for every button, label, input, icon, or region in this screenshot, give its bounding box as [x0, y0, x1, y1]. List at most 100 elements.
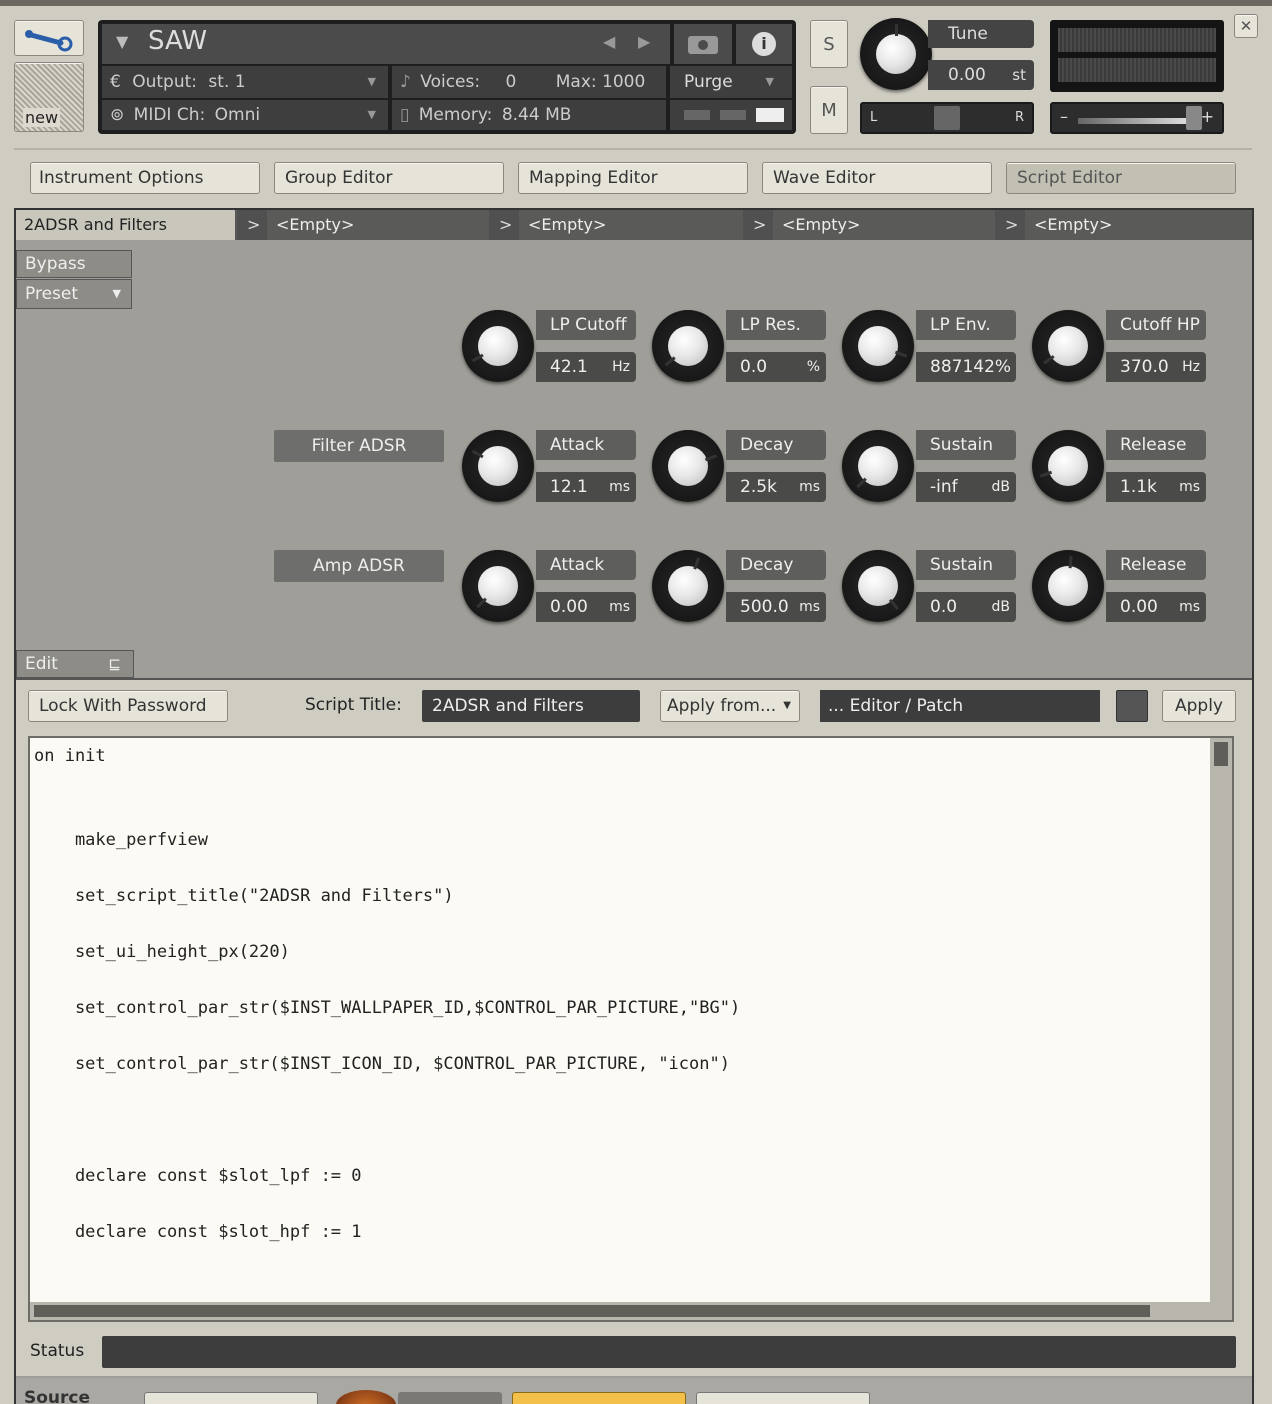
collapse-arrow-icon[interactable]: ▼: [116, 32, 128, 51]
control-value-box[interactable]: 42.1 Hz: [536, 352, 636, 382]
section-label: Amp ADSR: [274, 550, 444, 582]
volume-handle[interactable]: [1186, 106, 1202, 130]
output-row[interactable]: € Output: st. 1 ▼: [102, 66, 388, 98]
pan-handle[interactable]: [934, 106, 960, 130]
knob-sustain[interactable]: [842, 550, 914, 622]
slot-arrow-1[interactable]: >: [237, 210, 267, 240]
next-arrow-icon[interactable]: ▶: [638, 32, 650, 51]
slot-tab-active[interactable]: 2ADSR and Filters: [16, 210, 236, 240]
source-active-button[interactable]: [512, 1392, 686, 1404]
apply-button[interactable]: Apply: [1162, 690, 1236, 722]
slot-tab-label: <Empty>: [276, 215, 355, 234]
apply-from-menu[interactable]: Apply from... ▼: [660, 690, 800, 722]
purge-label: Purge: [684, 72, 733, 92]
control-value-box[interactable]: -inf dB: [916, 472, 1016, 502]
script-title-input[interactable]: 2ADSR and Filters: [422, 690, 640, 722]
tab-script-editor[interactable]: Script Editor: [1006, 162, 1236, 194]
control-value-box[interactable]: 500.0 ms: [726, 592, 826, 622]
level-meter: [1050, 20, 1224, 92]
control-value-box[interactable]: 12.1 ms: [536, 472, 636, 502]
control-unit: ms: [1179, 479, 1200, 495]
edit-toggle[interactable]: Edit ⊑: [16, 650, 134, 678]
wrench-button[interactable]: [14, 20, 84, 56]
edit-label: Edit: [25, 654, 58, 674]
tab-group-editor[interactable]: Group Editor: [274, 162, 504, 194]
slot-arrow-3[interactable]: >: [743, 210, 773, 240]
lock-password-button[interactable]: Lock With Password: [28, 690, 228, 722]
control-label: Release: [1106, 550, 1206, 580]
slot-tab-4[interactable]: <Empty>: [774, 210, 994, 240]
control-unit: ms: [1179, 599, 1200, 615]
pan-left-label: L: [870, 110, 878, 125]
vertical-scrollbar[interactable]: [1210, 738, 1232, 1304]
instrument-name[interactable]: SAW: [148, 26, 207, 56]
slot-tab-3[interactable]: <Empty>: [520, 210, 742, 240]
volume-slider[interactable]: – +: [1050, 102, 1224, 134]
knob-attack[interactable]: [462, 550, 534, 622]
source-field[interactable]: [144, 1392, 318, 1404]
tab-wave-editor[interactable]: Wave Editor: [762, 162, 992, 194]
camera-button[interactable]: [674, 24, 732, 64]
horizontal-scrollbar[interactable]: [30, 1302, 1232, 1320]
instrument-icon-button[interactable]: new: [14, 62, 84, 132]
tab-instrument-options[interactable]: Instrument Options: [30, 162, 260, 194]
purge-menu[interactable]: Purge ▼: [670, 66, 792, 98]
midi-row[interactable]: ⊚ MIDI Ch: Omni ▼: [102, 100, 388, 130]
tune-unit: st: [1012, 66, 1026, 84]
control-value-box[interactable]: 0.00 ms: [536, 592, 636, 622]
control-value: 2.5k: [740, 477, 777, 497]
patch-path-field[interactable]: ... Editor / Patch: [820, 690, 1100, 722]
knob-lp-cutoff[interactable]: [462, 310, 534, 382]
horizontal-scroll-thumb[interactable]: [34, 1305, 1150, 1317]
control-value-box[interactable]: 0.0%: [726, 352, 826, 382]
control-unit: ms: [799, 479, 820, 495]
tab-label: Group Editor: [285, 168, 393, 188]
code-editor[interactable]: on init make_perfview set_script_title("…: [28, 736, 1234, 1322]
midi-dropdown-icon: ▼: [367, 108, 376, 121]
slot-tab-5[interactable]: <Empty>: [1026, 210, 1252, 240]
volume-plus[interactable]: +: [1201, 107, 1214, 126]
source-mode-field[interactable]: [398, 1392, 502, 1404]
prev-arrow-icon[interactable]: ◀: [603, 32, 615, 51]
preset-menu[interactable]: Preset ▼: [16, 279, 132, 309]
control-value: 0.00: [550, 597, 588, 617]
knob-lp-env[interactable]: [842, 310, 914, 382]
tune-value-box[interactable]: 0.00 st: [928, 60, 1034, 90]
status-field: [102, 1336, 1236, 1368]
knob-sustain[interactable]: [842, 430, 914, 502]
arrow-icon: >: [499, 215, 513, 234]
knob-lp-res[interactable]: [652, 310, 724, 382]
knob-decay[interactable]: [652, 550, 724, 622]
vertical-scroll-thumb[interactable]: [1214, 742, 1228, 766]
knob-decay[interactable]: [652, 430, 724, 502]
solo-button[interactable]: S: [810, 20, 848, 68]
tab-mapping-editor[interactable]: Mapping Editor: [518, 162, 748, 194]
slot-tab-2[interactable]: <Empty>: [268, 210, 488, 240]
tune-knob[interactable]: [860, 18, 932, 90]
source-option-button[interactable]: [696, 1392, 870, 1404]
control-value-box[interactable]: 1.1k ms: [1106, 472, 1206, 502]
pan-slider[interactable]: L R: [860, 102, 1034, 134]
mute-button[interactable]: M: [810, 86, 848, 134]
control-value-box[interactable]: 2.5k ms: [726, 472, 826, 502]
slot-arrow-4[interactable]: >: [995, 210, 1025, 240]
max-value[interactable]: 1000: [602, 72, 645, 92]
control-value-box[interactable]: 0.00 ms: [1106, 592, 1206, 622]
volume-minus[interactable]: –: [1060, 107, 1068, 126]
control-value-box[interactable]: 0.0 dB: [916, 592, 1016, 622]
control-value-box[interactable]: 887142%: [916, 352, 1016, 382]
control-value: 12.1: [550, 477, 588, 497]
knob-release[interactable]: [1032, 550, 1104, 622]
knob-attack[interactable]: [462, 430, 534, 502]
knob-release[interactable]: [1032, 430, 1104, 502]
close-button[interactable]: ✕: [1234, 14, 1258, 38]
code-line: declare const $slot_lpf := 0: [34, 1166, 362, 1186]
control-unit: Hz: [612, 359, 630, 375]
slot-arrow-2[interactable]: >: [489, 210, 519, 240]
knob-cutoff-hp[interactable]: [1032, 310, 1104, 382]
info-button[interactable]: i: [736, 24, 792, 64]
bypass-button[interactable]: Bypass: [16, 250, 132, 278]
midi-icon: ⊚: [110, 105, 125, 125]
source-label: Source: [24, 1388, 91, 1404]
control-value-box[interactable]: 370.0 Hz: [1106, 352, 1206, 382]
